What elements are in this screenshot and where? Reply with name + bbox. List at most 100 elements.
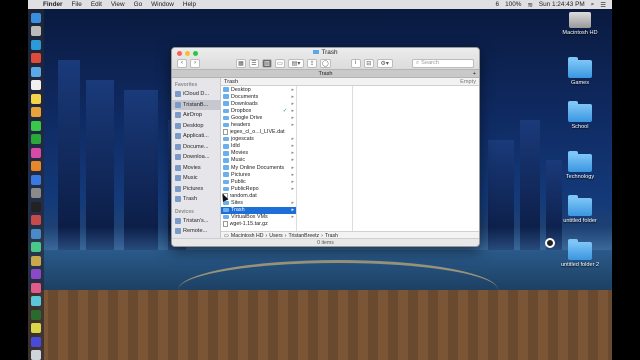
- list-item[interactable]: Dropbox ✓ ▸: [221, 107, 296, 114]
- list-item[interactable]: Sites ▸: [221, 200, 296, 207]
- spotlight-icon[interactable]: ⌕: [591, 1, 595, 9]
- list-view-button[interactable]: ☰: [249, 58, 259, 68]
- dock-app-icon[interactable]: [31, 282, 41, 293]
- list-item[interactable]: Downloads ▸: [221, 100, 296, 107]
- sidebar-item-pictures[interactable]: Pictures: [172, 184, 220, 195]
- menu-app-name[interactable]: Finder: [43, 1, 63, 8]
- list-item[interactable]: Movies ▸: [221, 150, 296, 157]
- dock-calendar-icon[interactable]: [31, 80, 41, 91]
- list-item[interactable]: My Online Documents ▸: [221, 164, 296, 171]
- sidebar-item-trash[interactable]: Trash: [172, 194, 220, 205]
- sidebar-item-computer[interactable]: Tristan's...: [172, 216, 220, 227]
- arrange-button[interactable]: ▤▾: [288, 58, 304, 68]
- share-button[interactable]: ⇪: [307, 58, 317, 68]
- notification-count[interactable]: 6: [496, 1, 500, 8]
- desktop-icon-technology[interactable]: Technology: [550, 151, 610, 180]
- desktop-icon-untitled-folder-2[interactable]: untitled folder 2: [550, 239, 610, 268]
- dock-app-icon[interactable]: [31, 215, 41, 226]
- list-item[interactable]: random.dat: [221, 192, 296, 199]
- info-button[interactable]: i: [350, 58, 361, 68]
- dock-chrome-icon[interactable]: [31, 53, 41, 64]
- dock-app-icon[interactable]: [31, 242, 41, 253]
- dock-app-icon[interactable]: [31, 269, 41, 280]
- sidebar-item-music[interactable]: Music: [172, 173, 220, 184]
- movies-icon: [175, 164, 181, 171]
- list-item[interactable]: jogescats ▸: [221, 136, 296, 143]
- dock-photos-icon[interactable]: [31, 107, 41, 118]
- tags-button[interactable]: ◯: [320, 58, 331, 68]
- list-item[interactable]: jegex_cl_o...l_LIVE.dat: [221, 129, 296, 136]
- dock-notes-icon[interactable]: [31, 93, 41, 104]
- list-item[interactable]: Desktop ▸: [221, 86, 296, 93]
- list-item[interactable]: Documents ▸: [221, 93, 296, 100]
- dock-app-icon[interactable]: [31, 309, 41, 320]
- clock[interactable]: Sun 1:24:43 PM: [539, 1, 585, 8]
- icon-view-button[interactable]: ▦: [236, 58, 246, 68]
- dock-facetime-icon[interactable]: [31, 134, 41, 145]
- sidebar-item-airdrop[interactable]: AirDrop: [172, 110, 220, 121]
- list-item[interactable]: Music ▸: [221, 157, 296, 164]
- dock-appstore-icon[interactable]: [31, 174, 41, 185]
- menu-go[interactable]: Go: [134, 1, 143, 8]
- desktop-icon-games[interactable]: Games: [550, 57, 610, 86]
- dock-app-icon[interactable]: [31, 336, 41, 347]
- list-item[interactable]: Public ▸: [221, 178, 296, 185]
- menu-view[interactable]: View: [111, 1, 125, 8]
- list-item[interactable]: VirtualBox VMs ▸: [221, 214, 296, 221]
- dock-launchpad-icon[interactable]: [31, 26, 41, 37]
- new-tab-button[interactable]: +: [473, 70, 476, 78]
- menu-file[interactable]: File: [72, 1, 82, 8]
- tab-trash[interactable]: Trash +: [172, 69, 479, 77]
- folder-icon: [223, 179, 229, 185]
- list-item[interactable]: headers ▸: [221, 121, 296, 128]
- dock-itunes-icon[interactable]: [31, 147, 41, 158]
- list-item[interactable]: Idld ▸: [221, 143, 296, 150]
- sidebar-item-home[interactable]: TristanB...: [172, 99, 220, 110]
- list-item[interactable]: Pictures ▸: [221, 171, 296, 178]
- dock-app-icon[interactable]: [31, 323, 41, 334]
- list-item[interactable]: wget-1.15.tar.gz: [221, 221, 296, 228]
- sidebar-item-icloud[interactable]: iCloud D...: [172, 89, 220, 100]
- cover-flow-button[interactable]: ▭: [275, 58, 285, 68]
- menu-edit[interactable]: Edit: [91, 1, 102, 8]
- title-bar[interactable]: Trash ‹ › ▦ ☰ ▥ ▭ ▤▾ ⇪ ◯ i ⊟ ⚙▾ ⌕ Search: [172, 48, 479, 78]
- sidebar-item-documents[interactable]: Docume...: [172, 142, 220, 153]
- desktop-icon-macintosh-hd[interactable]: Macintosh HD: [550, 12, 610, 36]
- dock-ibooks-icon[interactable]: [31, 161, 41, 172]
- dock-mail-icon[interactable]: [31, 66, 41, 77]
- forward-button[interactable]: ›: [190, 58, 200, 68]
- column-view-button[interactable]: ▥: [262, 58, 272, 68]
- menu-window[interactable]: Window: [151, 1, 174, 8]
- wifi-icon[interactable]: ≋: [527, 1, 532, 9]
- dock-app-icon[interactable]: [31, 255, 41, 266]
- dock-trash-icon[interactable]: [31, 350, 41, 360]
- desktop-icon-untitled-folder[interactable]: untitled folder: [550, 195, 610, 224]
- search-field[interactable]: ⌕ Search: [412, 58, 474, 68]
- dock-terminal-icon[interactable]: [31, 201, 41, 212]
- battery-percent[interactable]: 100%: [505, 1, 521, 8]
- list-item[interactable]: Google Drive ▸: [221, 114, 296, 121]
- menu-list-icon[interactable]: ☰: [600, 1, 606, 9]
- list-item[interactable]: PublicRepo ▸: [221, 185, 296, 192]
- sidebar-item-downloads[interactable]: Downloa...: [172, 152, 220, 163]
- dock-app-icon[interactable]: [31, 296, 41, 307]
- dock-preferences-icon[interactable]: [31, 188, 41, 199]
- chevron-right-icon: ▸: [291, 185, 294, 192]
- empty-trash-button[interactable]: Empty: [460, 79, 476, 85]
- sidebar-item-movies[interactable]: Movies: [172, 163, 220, 174]
- dock-safari-icon[interactable]: [31, 39, 41, 50]
- sidebar-item-desktop[interactable]: Desktop: [172, 121, 220, 132]
- desktop-icon-school[interactable]: School: [550, 101, 610, 130]
- dock-messages-icon[interactable]: [31, 120, 41, 131]
- sidebar-item-applications[interactable]: Applicati...: [172, 131, 220, 142]
- action-button[interactable]: ⚙▾: [376, 58, 393, 68]
- downloads-icon: [175, 154, 181, 161]
- menu-help[interactable]: Help: [183, 1, 196, 8]
- menu-bar: Finder File Edit View Go Window Help 6 1…: [28, 0, 612, 9]
- dock-finder-icon[interactable]: [31, 13, 41, 23]
- back-button[interactable]: ‹: [177, 58, 187, 68]
- list-item-selected[interactable]: Trash ▸: [221, 206, 296, 214]
- sidebar-item-remote-disc[interactable]: Remote...: [172, 226, 220, 237]
- dock-app-icon[interactable]: [31, 228, 41, 239]
- delete-button[interactable]: ⊟: [363, 58, 374, 68]
